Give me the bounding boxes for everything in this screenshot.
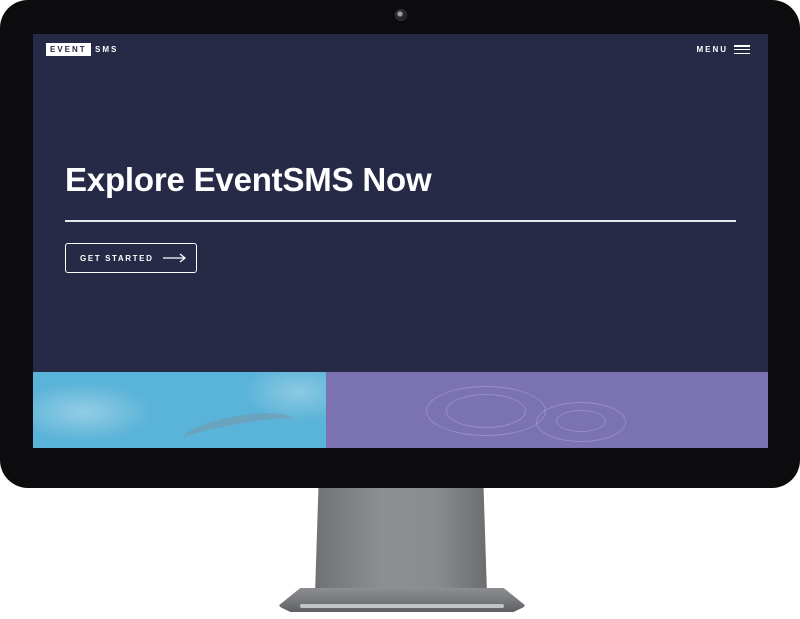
get-started-label: GET STARTED bbox=[80, 253, 154, 263]
menu-label: MENU bbox=[696, 45, 728, 54]
hamburger-icon bbox=[734, 45, 750, 54]
stand-base-highlight bbox=[300, 604, 504, 608]
screen: EVENT SMS MENU Explore EventSMS Now GET … bbox=[33, 34, 768, 448]
logo-boxed-text[interactable]: EVENT bbox=[46, 43, 91, 56]
image-tile-ripples[interactable] bbox=[326, 372, 768, 448]
hero-title: Explore EventSMS Now bbox=[65, 161, 432, 198]
menu-button[interactable]: MENU bbox=[696, 43, 750, 56]
cloud-shape bbox=[33, 382, 153, 442]
logo-text[interactable]: SMS bbox=[95, 43, 118, 56]
arrow-right-icon bbox=[163, 253, 187, 263]
image-tile-sky[interactable] bbox=[33, 372, 326, 448]
monitor-bezel: EVENT SMS MENU Explore EventSMS Now GET … bbox=[0, 0, 800, 488]
monitor-stand-base bbox=[278, 588, 526, 612]
get-started-button[interactable]: GET STARTED bbox=[65, 243, 197, 273]
ripple-shape bbox=[446, 394, 526, 428]
camera-icon bbox=[395, 9, 407, 21]
airplane-wing-shape bbox=[181, 406, 295, 448]
top-nav: EVENT SMS MENU bbox=[33, 34, 768, 66]
monitor-stand-neck bbox=[315, 488, 487, 594]
hero-divider bbox=[65, 220, 736, 222]
ripple-shape bbox=[556, 410, 606, 432]
